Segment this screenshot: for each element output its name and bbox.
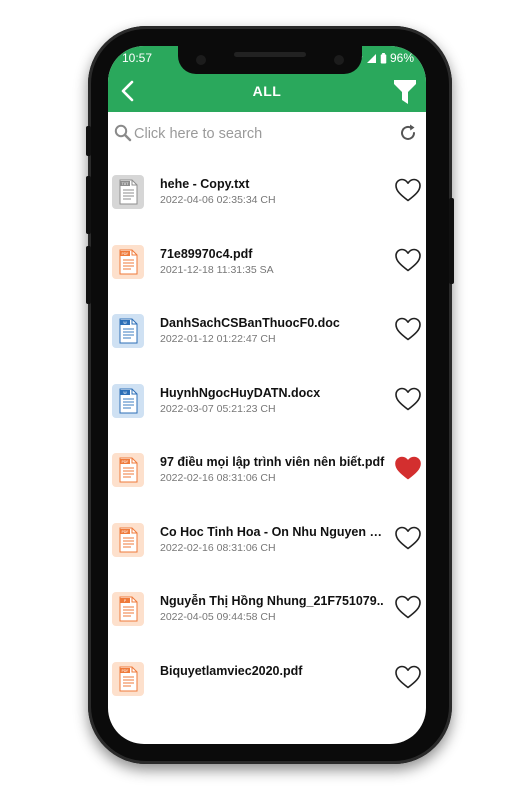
favorite-filled-heart-icon[interactable] [394,455,422,481]
power-button [449,198,454,284]
file-name: 71e89970c4.pdf [160,246,253,261]
page-title: ALL [252,83,282,99]
file-name: DanhSachCSBanThuocF0.doc [160,316,340,330]
battery-icon [380,52,387,64]
file-date: 2022-02-16 08:31:06 CH [160,541,276,554]
volume-down-button [86,246,91,304]
sensor-dot [196,55,206,65]
signal-icon [366,53,376,63]
mute-switch [86,126,91,156]
file-row[interactable]: PDF Co Hoc Tinh Hoa - On Nhu Nguyen Va.. 2… [108,506,426,576]
svg-text:PDF: PDF [121,460,128,464]
file-date: 2022-04-06 02:35:34 CH [160,194,276,206]
favorite-heart-icon[interactable] [394,664,422,690]
file-row[interactable]: PDF 71e89970c4.pdf 2021-12-18 11:31:35 SA [108,228,426,298]
favorite-heart-icon[interactable] [394,177,422,203]
svg-text:PDF: PDF [121,669,128,673]
favorite-heart-icon[interactable] [394,247,422,273]
file-list: TXT hehe - Copy.txt 2022-04-06 02:35:34 CH… [108,158,426,714]
favorite-heart-icon[interactable] [394,594,422,620]
pdf-file-icon: P [112,592,144,626]
search-icon [114,124,132,142]
word-file-icon: W [112,314,144,348]
favorite-heart-icon[interactable] [394,525,422,551]
app-bar: ALL [108,70,426,112]
refresh-icon[interactable] [398,123,418,143]
funnel-icon [394,80,416,104]
phone-screen: 10:57 96% ALL TXT hehe - Copy.txt 2022-04-… [108,46,426,744]
pdf-file-icon: PDF [112,453,144,487]
file-date: 2022-02-16 08:31:06 CH [160,472,276,484]
search-bar [108,112,426,156]
file-row[interactable]: P Nguyễn Thị Hồng Nhung_21F751079.. 2022-0… [108,575,426,645]
svg-text:PDF: PDF [121,252,128,256]
svg-text:W: W [123,391,127,395]
pdf-file-icon: PDF [112,522,144,557]
file-name: HuynhNgocHuyDATN.docx [160,385,321,400]
file-name: Nguyễn Thị Hồng Nhung_21F751079.. [160,594,384,608]
svg-text:TXT: TXT [121,182,130,186]
txt-file-icon: TXT [112,175,144,209]
front-camera [334,55,344,65]
file-name: Biquyetlamviec2020.pdf [160,663,303,678]
earpiece-speaker [234,52,306,57]
favorite-heart-icon[interactable] [394,316,422,342]
filter-button[interactable] [392,78,418,106]
file-row[interactable]: PDF Biquyetlamviec2020.pdf [108,645,426,715]
file-date: 2021-12-18 11:31:35 SA [160,263,274,276]
file-name: Co Hoc Tinh Hoa - On Nhu Nguyen Va.. [160,524,386,539]
notch [178,46,362,74]
pdf-file-icon: PDF [112,244,144,279]
status-time: 10:57 [122,51,153,65]
pdf-file-icon: PDF [112,661,144,696]
file-row[interactable]: TXT hehe - Copy.txt 2022-04-06 02:35:34 CH [108,158,426,228]
file-row[interactable]: W HuynhNgocHuyDATN.docx 2022-03-07 05:21:2… [108,367,426,437]
file-row[interactable]: W DanhSachCSBanThuocF0.doc 2022-01-12 01:2… [108,297,426,367]
battery-level: 96% [389,51,414,65]
file-date: 2022-04-05 09:44:58 CH [160,611,276,623]
file-date: 2022-03-07 05:21:23 CH [160,402,276,415]
favorite-heart-icon[interactable] [394,386,422,412]
svg-text:PDF: PDF [121,530,128,534]
file-name: 97 điều mọi lập trình viên nên biết.pdf [160,455,385,469]
svg-text:W: W [123,321,127,325]
file-row[interactable]: PDF 97 điều mọi lập trình viên nên biết.p… [108,436,426,506]
volume-up-button [86,176,91,234]
file-name: hehe - Copy.txt [160,177,250,191]
file-date: 2022-01-12 01:22:47 CH [160,333,276,345]
search-input[interactable] [134,122,384,146]
word-file-icon: W [112,383,144,418]
